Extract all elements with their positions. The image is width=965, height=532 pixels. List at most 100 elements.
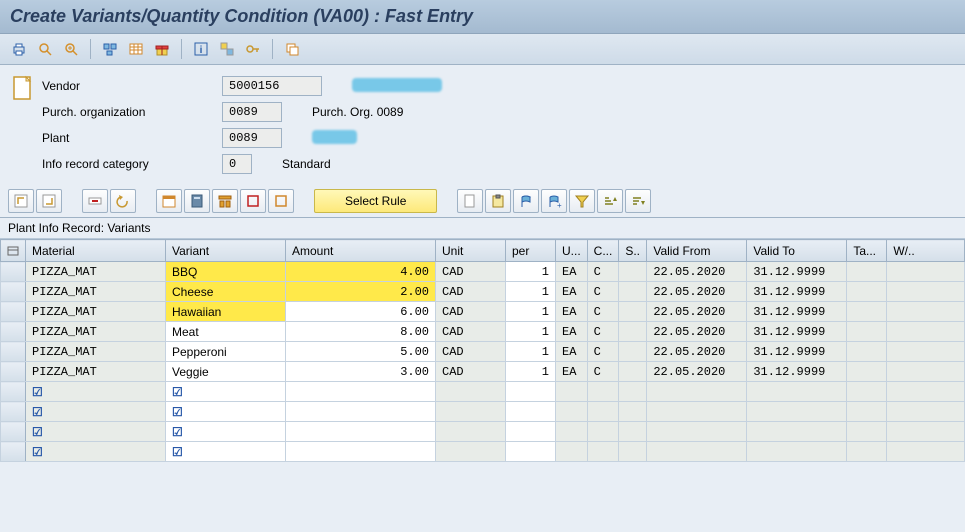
cell-per[interactable]: 1 (506, 302, 556, 322)
cell-unit[interactable]: CAD (436, 302, 506, 322)
cell-valid-from[interactable]: 22.05.2020 (647, 262, 747, 282)
col-s[interactable]: S.. (619, 240, 647, 262)
cell-valid-from[interactable] (647, 382, 747, 402)
cell-valid-to[interactable]: 31.12.9999 (747, 342, 847, 362)
table-row-empty[interactable]: ☑☑ (1, 442, 965, 462)
cell-amount[interactable] (286, 422, 436, 442)
cell-valid-to[interactable]: 31.12.9999 (747, 302, 847, 322)
inforec-input[interactable] (222, 154, 252, 174)
select-all-icon[interactable] (8, 189, 34, 213)
cell-c[interactable]: C (587, 262, 619, 282)
cell-valid-to[interactable]: 31.12.9999 (747, 282, 847, 302)
cell-per[interactable] (506, 442, 556, 462)
cell-valid-from[interactable]: 22.05.2020 (647, 342, 747, 362)
cell-unit[interactable]: CAD (436, 362, 506, 382)
row-selector[interactable] (1, 402, 26, 422)
cell-variant[interactable]: ☑ (166, 442, 286, 462)
cell-c[interactable]: C (587, 302, 619, 322)
cell-ta[interactable] (847, 442, 887, 462)
cell-c[interactable] (587, 442, 619, 462)
cell-s[interactable] (619, 362, 647, 382)
undo-icon[interactable] (110, 189, 136, 213)
cell-amount[interactable]: 8.00 (286, 322, 436, 342)
cell-variant[interactable]: BBQ (166, 262, 286, 282)
cell-material[interactable]: PIZZA_MAT (26, 362, 166, 382)
cell-w[interactable] (887, 422, 965, 442)
cell-ta[interactable] (847, 282, 887, 302)
cell-c[interactable] (587, 422, 619, 442)
cell-ta[interactable] (847, 302, 887, 322)
col-amount[interactable]: Amount (286, 240, 436, 262)
filter-icon[interactable] (569, 189, 595, 213)
cell-valid-to[interactable]: 31.12.9999 (747, 322, 847, 342)
cell-valid-from[interactable]: 22.05.2020 (647, 302, 747, 322)
copy-icon[interactable] (281, 38, 303, 60)
scale-icon[interactable] (212, 189, 238, 213)
cell-amount[interactable]: 3.00 (286, 362, 436, 382)
cell-per[interactable] (506, 402, 556, 422)
cell-w[interactable] (887, 382, 965, 402)
select-rule-button[interactable]: Select Rule (314, 189, 437, 213)
col-unit[interactable]: Unit (436, 240, 506, 262)
cell-uom[interactable]: EA (556, 342, 588, 362)
search-icon[interactable] (34, 38, 56, 60)
cell-valid-from[interactable]: 22.05.2020 (647, 322, 747, 342)
orange-square-icon[interactable] (268, 189, 294, 213)
create-icon[interactable] (457, 189, 483, 213)
table-row-empty[interactable]: ☑☑ (1, 402, 965, 422)
cell-uom[interactable] (556, 422, 588, 442)
cell-material[interactable]: ☑ (26, 402, 166, 422)
cell-variant[interactable]: ☑ (166, 382, 286, 402)
cell-unit[interactable]: CAD (436, 262, 506, 282)
col-uom[interactable]: U... (556, 240, 588, 262)
table-row-empty[interactable]: ☑☑ (1, 422, 965, 442)
cell-uom[interactable]: EA (556, 322, 588, 342)
cell-material[interactable]: PIZZA_MAT (26, 302, 166, 322)
find-next-icon[interactable]: + (541, 189, 567, 213)
col-valid-to[interactable]: Valid To (747, 240, 847, 262)
cell-variant[interactable]: Cheese (166, 282, 286, 302)
cell-ta[interactable] (847, 422, 887, 442)
delete-row-icon[interactable] (82, 189, 108, 213)
calculator-icon[interactable] (184, 189, 210, 213)
cell-valid-from[interactable] (647, 422, 747, 442)
table-row[interactable]: PIZZA_MATMeat8.00CAD1EAC22.05.202031.12.… (1, 322, 965, 342)
cell-ta[interactable] (847, 402, 887, 422)
sort-desc-icon[interactable] (625, 189, 651, 213)
cell-unit[interactable]: CAD (436, 342, 506, 362)
cell-amount[interactable]: 5.00 (286, 342, 436, 362)
cell-valid-from[interactable] (647, 442, 747, 462)
cell-w[interactable] (887, 442, 965, 462)
cell-valid-to[interactable] (747, 442, 847, 462)
table-row[interactable]: PIZZA_MATVeggie3.00CAD1EAC22.05.202031.1… (1, 362, 965, 382)
cell-amount[interactable] (286, 382, 436, 402)
key-icon[interactable] (242, 38, 264, 60)
cell-material[interactable]: PIZZA_MAT (26, 322, 166, 342)
cell-variant[interactable]: Meat (166, 322, 286, 342)
cell-material[interactable]: ☑ (26, 442, 166, 462)
cell-valid-to[interactable] (747, 402, 847, 422)
plant-input[interactable] (222, 128, 282, 148)
cell-unit[interactable]: CAD (436, 282, 506, 302)
cell-valid-to[interactable]: 31.12.9999 (747, 262, 847, 282)
col-c[interactable]: C... (587, 240, 619, 262)
cell-amount[interactable]: 6.00 (286, 302, 436, 322)
cell-s[interactable] (619, 402, 647, 422)
cell-unit[interactable] (436, 382, 506, 402)
cell-uom[interactable] (556, 402, 588, 422)
cell-material[interactable]: ☑ (26, 382, 166, 402)
cell-unit[interactable]: CAD (436, 322, 506, 342)
cell-ta[interactable] (847, 342, 887, 362)
cell-variant[interactable]: Veggie (166, 362, 286, 382)
red-square-icon[interactable] (240, 189, 266, 213)
cell-w[interactable] (887, 362, 965, 382)
row-selector[interactable] (1, 362, 26, 382)
row-selector[interactable] (1, 262, 26, 282)
cell-per[interactable]: 1 (506, 262, 556, 282)
cell-per[interactable]: 1 (506, 342, 556, 362)
cell-variant[interactable]: Pepperoni (166, 342, 286, 362)
cell-s[interactable] (619, 382, 647, 402)
row-selector[interactable] (1, 282, 26, 302)
document-icon[interactable] (12, 75, 34, 103)
cell-c[interactable]: C (587, 282, 619, 302)
